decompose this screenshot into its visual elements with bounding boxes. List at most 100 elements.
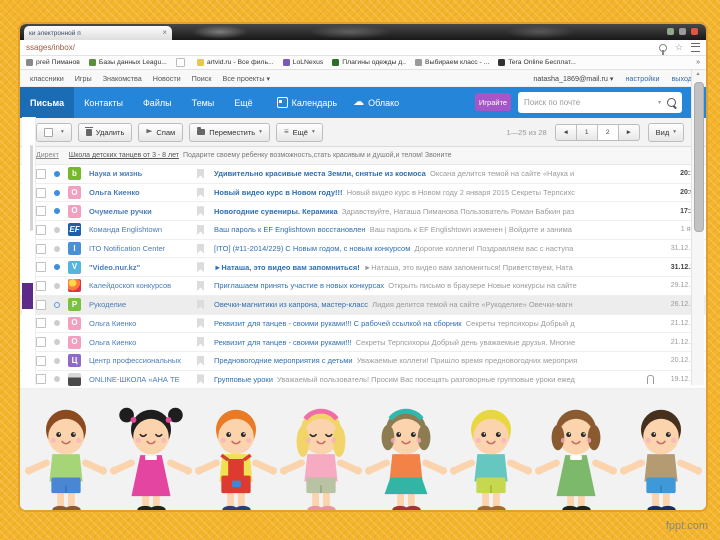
portal-link-5[interactable]: Все проекты ▾ bbox=[223, 74, 271, 83]
email-subject[interactable]: Ваш пароль к EF Englishtown восстановлен bbox=[214, 225, 366, 234]
mail-tab-файлы[interactable]: Файлы bbox=[133, 87, 182, 118]
move-button[interactable]: Переместить▾ bbox=[189, 123, 270, 142]
address-input[interactable]: ssages/inbox/ bbox=[26, 43, 659, 52]
read-status-icon[interactable] bbox=[54, 190, 60, 196]
email-row[interactable]: OОльга КиенкоНовый видео курс в Новом го… bbox=[20, 184, 706, 203]
ad-label[interactable]: Директ bbox=[36, 152, 59, 159]
email-row[interactable]: EFКоманда EnglishtownВаш пароль к EF Eng… bbox=[20, 221, 706, 240]
flag-icon[interactable] bbox=[197, 356, 204, 366]
read-status-icon[interactable] bbox=[54, 264, 60, 270]
email-subject[interactable]: Приглашаем принять участие в новых конку… bbox=[214, 281, 384, 290]
email-checkbox[interactable] bbox=[36, 356, 46, 366]
read-status-icon[interactable] bbox=[54, 246, 60, 252]
next-page-button[interactable]: ► bbox=[619, 124, 640, 141]
email-subject[interactable]: Новый видео курс в Новом году!!! bbox=[214, 188, 343, 197]
scrollbar-thumb[interactable] bbox=[694, 82, 704, 232]
email-checkbox[interactable] bbox=[36, 281, 46, 291]
read-status-icon[interactable] bbox=[54, 227, 60, 233]
read-status-icon[interactable] bbox=[54, 320, 60, 326]
logout-link[interactable]: выход bbox=[671, 74, 692, 83]
minimize-icon[interactable] bbox=[667, 28, 674, 35]
select-all-button[interactable]: ▾ bbox=[36, 123, 72, 142]
email-checkbox[interactable] bbox=[36, 262, 46, 272]
read-status-icon[interactable] bbox=[54, 302, 60, 308]
scroll-up-icon[interactable]: ▲ bbox=[692, 71, 704, 77]
flag-icon[interactable] bbox=[197, 262, 204, 272]
bookmark-item[interactable]: Выбираем класс - ... bbox=[415, 59, 489, 66]
email-checkbox[interactable] bbox=[36, 188, 46, 198]
tab-close-icon[interactable]: × bbox=[162, 29, 167, 37]
portal-link-0[interactable]: классники bbox=[30, 74, 64, 83]
bookmark-star-icon[interactable]: ☆ bbox=[675, 43, 683, 52]
flag-icon[interactable] bbox=[197, 225, 204, 235]
email-checkbox[interactable] bbox=[36, 169, 46, 179]
bookmark-item[interactable] bbox=[176, 58, 188, 67]
account-menu[interactable]: natasha_1869@mail.ru ▾ bbox=[533, 74, 613, 83]
close-icon[interactable] bbox=[691, 28, 698, 35]
bookmark-item[interactable]: ргей Пиманов bbox=[26, 59, 80, 66]
settings-link[interactable]: настройки bbox=[625, 74, 659, 83]
page-1-button[interactable]: 1 bbox=[577, 124, 598, 141]
email-subject[interactable]: Новогодние сувениры. Керамика bbox=[214, 207, 338, 216]
email-subject[interactable]: Групповые уроки bbox=[214, 375, 273, 384]
flag-icon[interactable] bbox=[197, 188, 204, 198]
browser-menu-icon[interactable] bbox=[691, 43, 700, 52]
mail-tab-письма[interactable]: Письма bbox=[20, 87, 74, 118]
ad-link[interactable]: Школа детских танцев от 3 - 8 лет bbox=[69, 152, 179, 159]
maximize-icon[interactable] bbox=[679, 28, 686, 35]
email-row[interactable]: ЦЦентр профессиональныхПредновогодние ме… bbox=[20, 352, 706, 371]
email-subject[interactable]: Реквизит для танцев - своими руками!!! С… bbox=[214, 319, 462, 328]
flag-icon[interactable] bbox=[197, 281, 204, 291]
email-subject[interactable]: ►Наташа, это видео вам запомниться! bbox=[214, 263, 360, 272]
more-button[interactable]: ≡Ещё▾ bbox=[276, 123, 323, 142]
read-status-icon[interactable] bbox=[54, 358, 60, 364]
read-status-icon[interactable] bbox=[54, 339, 60, 345]
email-row[interactable]: V"Video.nur.kz"►Наташа, это видео вам за… bbox=[20, 258, 706, 277]
bookmark-item[interactable]: Tera Online Бесплат... bbox=[498, 59, 576, 66]
sidebar-scrollbar[interactable] bbox=[30, 145, 33, 231]
mail-tab-темы[interactable]: Темы bbox=[182, 87, 225, 118]
email-row[interactable]: OОчумелые ручкиНовогодние сувениры. Кера… bbox=[20, 202, 706, 221]
email-row[interactable]: Калейдоскоп конкурсовПриглашаем принять … bbox=[20, 277, 706, 296]
cloud-link[interactable]: ☁ Облако bbox=[353, 97, 399, 108]
email-checkbox[interactable] bbox=[36, 244, 46, 254]
portal-link-1[interactable]: Игры bbox=[75, 74, 92, 83]
email-row[interactable]: PРукоделиеОвечки-магнитики из капрона, м… bbox=[20, 296, 706, 315]
email-subject[interactable]: Реквизит для танцев - своими руками!!! bbox=[214, 338, 352, 347]
mail-search-box[interactable]: Поиск по почте ▾ bbox=[518, 92, 682, 113]
search-options-caret-icon[interactable]: ▾ bbox=[658, 99, 661, 106]
read-status-icon[interactable] bbox=[54, 283, 60, 289]
email-subject[interactable]: [ITO] (#11-2014/229) С Новым годом, с но… bbox=[214, 244, 410, 253]
bookmark-item[interactable]: artvid.ru - Все филь... bbox=[197, 59, 274, 66]
email-subject[interactable]: Предновогодние мероприятия с детьми bbox=[214, 356, 353, 365]
read-status-icon[interactable] bbox=[54, 208, 60, 214]
portal-link-2[interactable]: Знакомства bbox=[103, 74, 142, 83]
page-2-button[interactable]: 2 bbox=[598, 124, 619, 141]
search-input[interactable]: Поиск по почте bbox=[524, 98, 658, 107]
view-button[interactable]: Вид▾ bbox=[648, 123, 684, 142]
email-row[interactable]: ONLINE-ШКОЛА «АНА ТЕГрупповые уроки Уваж… bbox=[20, 371, 706, 390]
email-row[interactable]: IITO Notification Center[ITO] (#11-2014/… bbox=[20, 240, 706, 259]
portal-link-4[interactable]: Поиск bbox=[192, 74, 212, 83]
flag-icon[interactable] bbox=[197, 206, 204, 216]
page-scrollbar[interactable]: ▲ bbox=[691, 70, 704, 385]
bookmarks-overflow-icon[interactable]: » bbox=[696, 59, 700, 66]
email-checkbox[interactable] bbox=[36, 300, 46, 310]
email-row[interactable]: OОльга КиенкоРеквизит для танцев - своим… bbox=[20, 315, 706, 334]
email-checkbox[interactable] bbox=[36, 225, 46, 235]
email-subject[interactable]: Овечки-магнитики из капрона, мастер-клас… bbox=[214, 300, 368, 309]
email-subject[interactable]: Удивительно красивые места Земли, снятые… bbox=[214, 169, 426, 178]
mail-tab-контакты[interactable]: Контакты bbox=[74, 87, 133, 118]
read-status-icon[interactable] bbox=[54, 376, 60, 382]
flag-icon[interactable] bbox=[197, 318, 204, 328]
flag-icon[interactable] bbox=[197, 244, 204, 254]
play-button[interactable]: Играйте bbox=[475, 93, 511, 111]
key-icon[interactable] bbox=[659, 44, 667, 52]
email-checkbox[interactable] bbox=[36, 318, 46, 328]
portal-link-3[interactable]: Новости bbox=[153, 74, 181, 83]
search-icon[interactable] bbox=[667, 98, 676, 107]
flag-icon[interactable] bbox=[197, 337, 204, 347]
bookmark-item[interactable]: LoLNexus bbox=[283, 59, 324, 66]
bookmark-item[interactable]: Базы данных Leagu... bbox=[89, 59, 167, 66]
email-checkbox[interactable] bbox=[36, 337, 46, 347]
